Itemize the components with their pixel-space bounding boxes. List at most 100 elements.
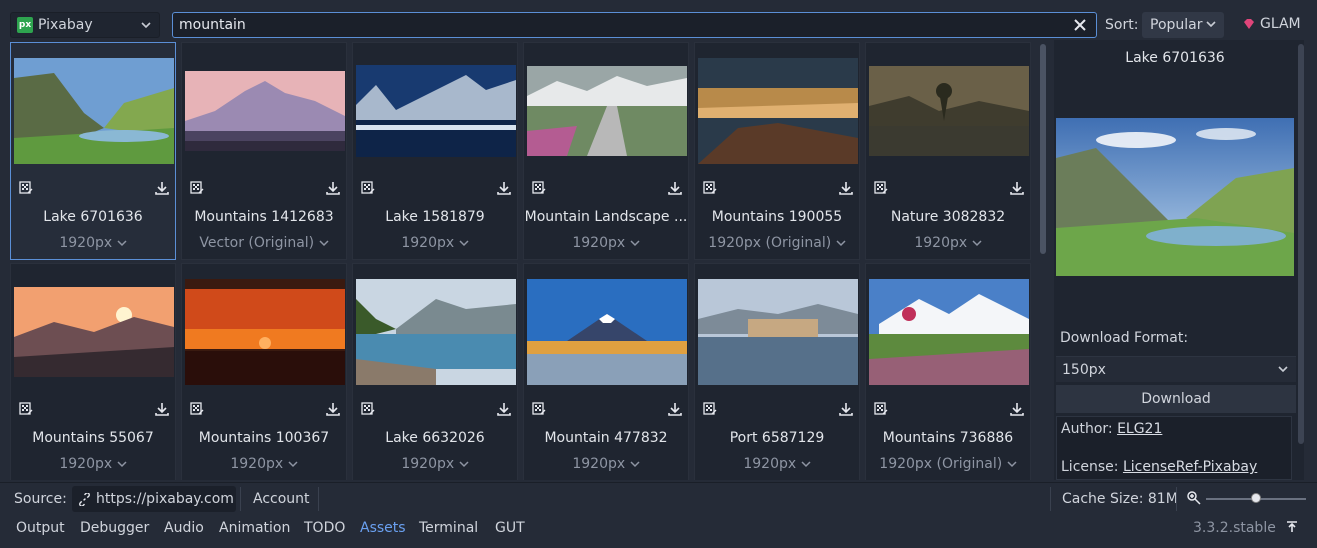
sort-select[interactable]: Popular <box>1142 12 1224 38</box>
asset-library-panel: px Pixabay mountain Sort: Popular GLAM L… <box>0 0 1317 548</box>
tab-audio[interactable]: Audio <box>164 520 204 536</box>
asset-thumbnail[interactable] <box>184 45 346 177</box>
download-icon[interactable] <box>497 402 511 416</box>
account-button[interactable]: Account <box>253 491 310 507</box>
tab-assets[interactable]: Assets <box>360 520 406 536</box>
asset-thumbnail[interactable] <box>526 45 688 177</box>
license-icon[interactable] <box>874 402 888 416</box>
download-icon[interactable] <box>1010 402 1024 416</box>
asset-thumbnail[interactable] <box>697 266 859 398</box>
tab-terminal[interactable]: Terminal <box>419 520 478 536</box>
asset-card[interactable]: Mountain Landscape ... 1920px <box>523 42 689 260</box>
download-icon[interactable] <box>1010 181 1024 195</box>
author-link[interactable]: ELG21 <box>1117 421 1162 437</box>
divider <box>318 487 319 511</box>
asset-size-select[interactable]: 1920px <box>353 456 517 472</box>
tab-gut[interactable]: GUT <box>495 520 525 536</box>
download-icon[interactable] <box>155 181 169 195</box>
asset-size-select[interactable]: 1920px (Original) <box>695 235 859 251</box>
download-icon[interactable] <box>155 402 169 416</box>
license-line: License: LicenseRef-Pixabay <box>1061 459 1257 475</box>
chevron-down-icon <box>801 461 811 468</box>
asset-size-select[interactable]: 1920px <box>182 456 346 472</box>
asset-thumbnail[interactable] <box>868 45 1030 177</box>
source-link-button[interactable]: https://pixabay.com <box>72 486 236 512</box>
asset-size-select[interactable]: Vector (Original) <box>182 235 346 251</box>
chevron-down-icon <box>1206 21 1216 28</box>
asset-size-value: 1920px <box>401 456 455 472</box>
asset-thumbnail[interactable] <box>697 45 859 177</box>
license-icon[interactable] <box>19 402 33 416</box>
source-select[interactable]: px Pixabay <box>10 12 160 38</box>
asset-thumbnail[interactable] <box>868 266 1030 398</box>
download-icon[interactable] <box>497 181 511 195</box>
glam-button-label: GLAM <box>1260 16 1301 32</box>
chevron-down-icon <box>141 22 151 29</box>
license-icon[interactable] <box>703 181 717 195</box>
license-icon[interactable] <box>703 402 717 416</box>
asset-size-select[interactable]: 1920px <box>866 235 1030 251</box>
preview-scrollbar[interactable] <box>1298 44 1304 444</box>
download-icon[interactable] <box>839 181 853 195</box>
download-icon[interactable] <box>668 181 682 195</box>
asset-size-select[interactable]: 1920px <box>11 235 175 251</box>
download-icon[interactable] <box>326 402 340 416</box>
asset-card[interactable]: Mountains 55067 1920px <box>10 263 176 480</box>
chevron-down-icon <box>117 240 127 247</box>
grid-scrollbar[interactable] <box>1040 44 1046 254</box>
asset-card[interactable]: Port 6587129 1920px <box>694 263 860 480</box>
zoom-in-icon <box>1187 491 1201 505</box>
asset-size-select[interactable]: 1920px <box>524 456 688 472</box>
asset-card[interactable]: Nature 3082832 1920px <box>865 42 1031 260</box>
glam-button[interactable]: GLAM <box>1242 16 1301 32</box>
close-icon[interactable] <box>1072 17 1088 33</box>
asset-card[interactable]: Mountains 1412683 Vector (Original) <box>181 42 347 260</box>
license-icon[interactable] <box>532 402 546 416</box>
asset-card[interactable]: Lake 6701636 1920px <box>10 42 176 260</box>
asset-size-select[interactable]: 1920px (Original) <box>866 456 1030 472</box>
chevron-down-icon <box>288 461 298 468</box>
asset-card[interactable]: Mountains 736886 1920px (Original) <box>865 263 1031 480</box>
pixabay-logo-icon: px <box>17 17 33 33</box>
download-icon[interactable] <box>668 402 682 416</box>
asset-thumbnail[interactable] <box>13 266 175 398</box>
divider <box>240 487 241 511</box>
license-icon[interactable] <box>361 181 375 195</box>
asset-card[interactable]: Lake 1581879 1920px <box>352 42 518 260</box>
asset-size-select[interactable]: 1920px <box>524 235 688 251</box>
license-label: License: <box>1061 459 1119 475</box>
asset-thumbnail[interactable] <box>526 266 688 398</box>
download-icon[interactable] <box>326 181 340 195</box>
asset-card[interactable]: Mountains 100367 1920px <box>181 263 347 480</box>
asset-thumbnail[interactable] <box>184 266 346 398</box>
asset-card[interactable]: Lake 6632026 1920px <box>352 263 518 480</box>
tab-output[interactable]: Output <box>16 520 65 536</box>
asset-size-select[interactable]: 1920px <box>695 456 859 472</box>
search-input[interactable]: mountain <box>172 12 1097 38</box>
asset-size-select[interactable]: 1920px <box>11 456 175 472</box>
zoom-slider-handle[interactable] <box>1251 493 1261 503</box>
asset-card[interactable]: Mountains 190055 1920px (Original) <box>694 42 860 260</box>
download-button[interactable]: Download <box>1056 385 1296 413</box>
asset-card[interactable]: Mountain 477832 1920px <box>523 263 689 480</box>
tab-todo[interactable]: TODO <box>304 520 345 536</box>
asset-title: Lake 1581879 <box>385 209 485 225</box>
license-icon[interactable] <box>190 402 204 416</box>
pin-icon[interactable] <box>1284 519 1300 535</box>
download-format-select[interactable]: 150px <box>1056 356 1296 382</box>
asset-thumbnail[interactable] <box>355 45 517 177</box>
download-icon[interactable] <box>839 402 853 416</box>
asset-thumbnail[interactable] <box>13 45 175 177</box>
tab-animation[interactable]: Animation <box>219 520 290 536</box>
license-icon[interactable] <box>361 402 375 416</box>
license-link[interactable]: LicenseRef-Pixabay <box>1123 459 1257 475</box>
license-icon[interactable] <box>190 181 204 195</box>
license-icon[interactable] <box>19 181 33 195</box>
asset-size-value: 1920px (Original) <box>879 456 1003 472</box>
asset-thumbnail[interactable] <box>355 266 517 398</box>
license-icon[interactable] <box>532 181 546 195</box>
chevron-down-icon <box>459 461 469 468</box>
asset-size-select[interactable]: 1920px <box>353 235 517 251</box>
license-icon[interactable] <box>874 181 888 195</box>
tab-debugger[interactable]: Debugger <box>80 520 149 536</box>
